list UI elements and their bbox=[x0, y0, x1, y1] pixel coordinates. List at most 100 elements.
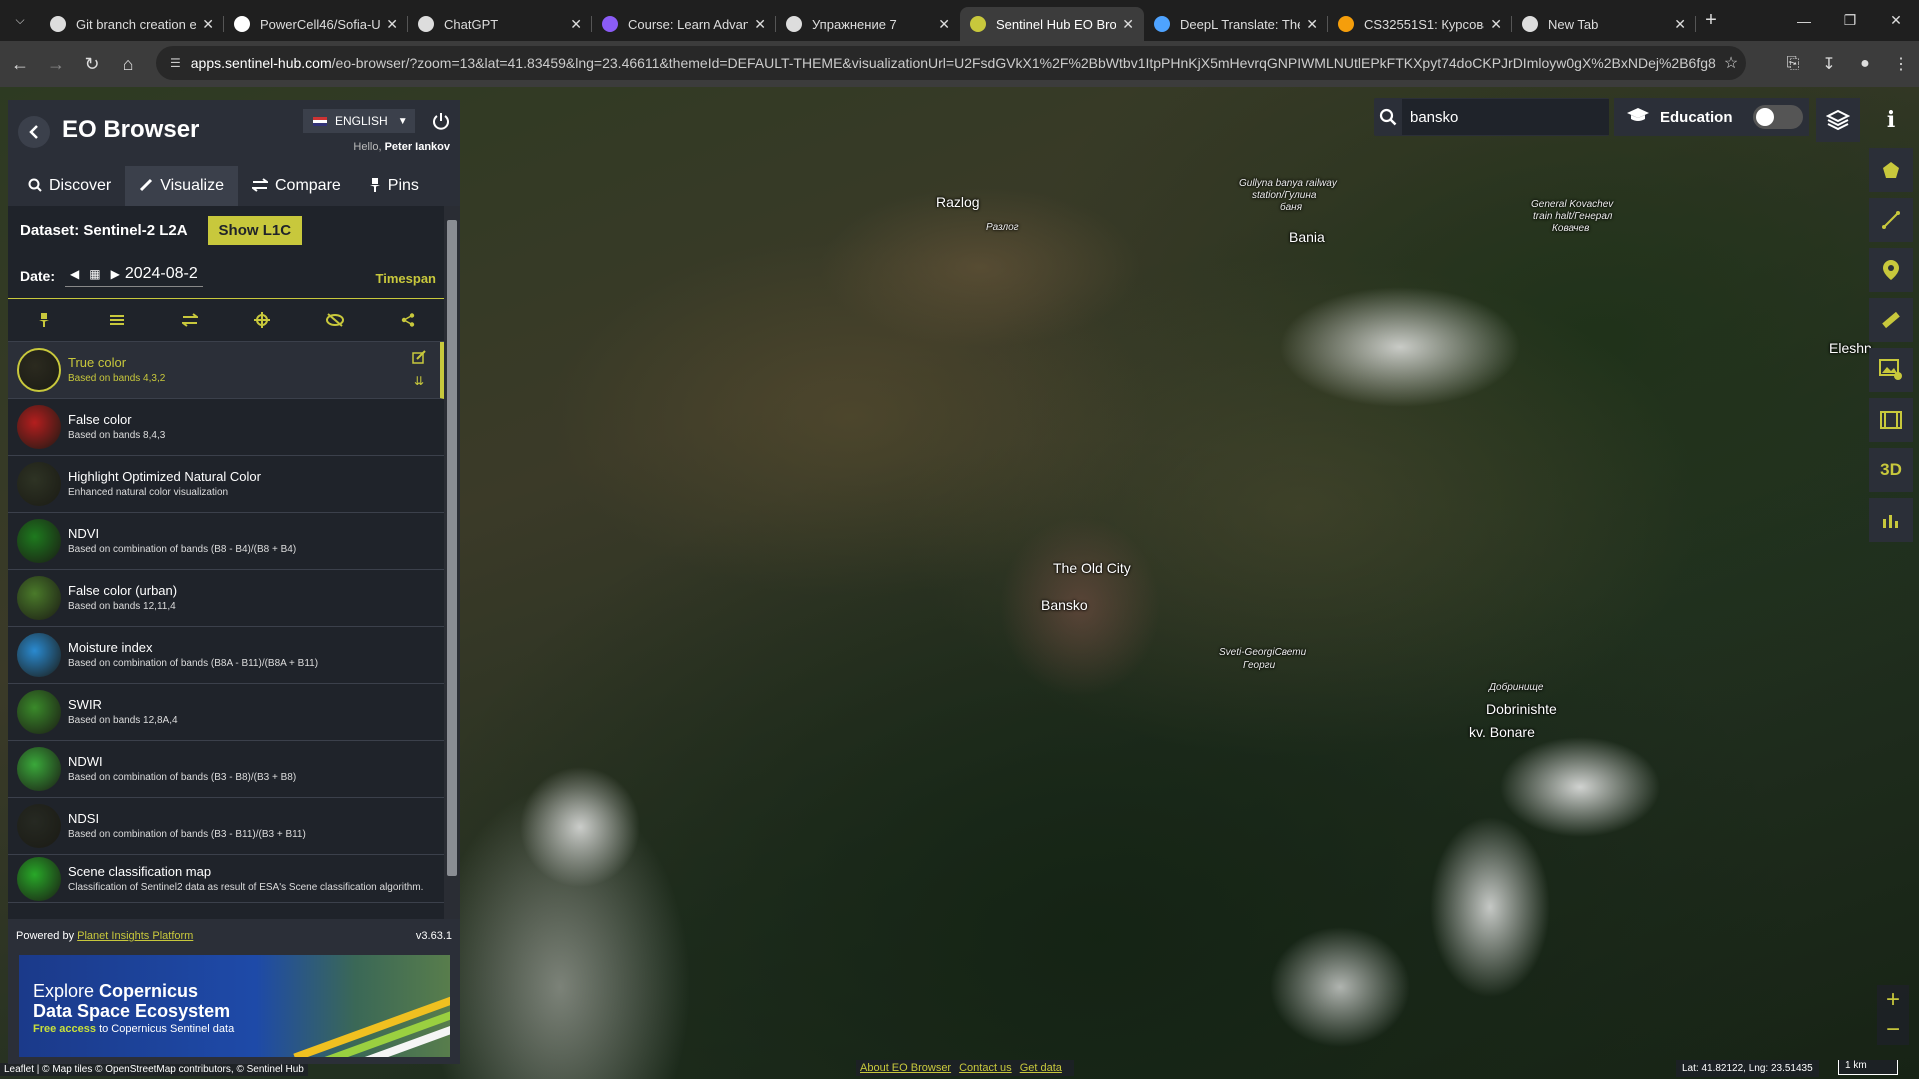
tab-discover[interactable]: Discover bbox=[14, 166, 125, 206]
browser-menu-icon[interactable]: ⋮ bbox=[1883, 54, 1919, 74]
browser-tab[interactable]: New Tab ✕ bbox=[1512, 7, 1696, 41]
layer-item[interactable]: Highlight Optimized Natural Color Enhanc… bbox=[8, 456, 444, 513]
browser-tab[interactable]: CS32551S1: Курсова ✕ bbox=[1328, 7, 1512, 41]
site-info-icon[interactable]: ☰ bbox=[170, 56, 181, 70]
browser-tab[interactable]: Git branch creation e ✕ bbox=[40, 7, 224, 41]
tab-search-chevron-icon[interactable]: ⌵ bbox=[0, 0, 40, 41]
crosshair-icon[interactable] bbox=[247, 312, 277, 328]
tab-title: Sentinel Hub EO Brow bbox=[996, 16, 1117, 32]
image-download-icon[interactable] bbox=[1869, 348, 1913, 392]
layer-thumbnail bbox=[17, 576, 61, 620]
bookmark-star-icon[interactable]: ☆ bbox=[1716, 53, 1746, 73]
edit-icon[interactable] bbox=[412, 350, 426, 369]
share-icon[interactable] bbox=[393, 313, 423, 327]
layer-item[interactable]: NDSI Based on combination of bands (B3 -… bbox=[8, 798, 444, 855]
forward-icon[interactable]: → bbox=[38, 46, 74, 82]
browser-tab[interactable]: Course: Learn Advanc ✕ bbox=[592, 7, 776, 41]
location-pin-icon[interactable] bbox=[1869, 248, 1913, 292]
show-l1c-button[interactable]: Show L1C bbox=[207, 215, 303, 245]
browser-tab[interactable]: Упражнение 7 ✕ bbox=[776, 7, 960, 41]
panel-tabs: Discover Visualize Compare Pins bbox=[8, 166, 460, 206]
tab-compare[interactable]: Compare bbox=[238, 166, 355, 206]
layers-icon[interactable] bbox=[1816, 98, 1860, 142]
timelapse-film-icon[interactable] bbox=[1869, 398, 1913, 442]
user-name: Peter Iankov bbox=[384, 141, 450, 153]
layer-item[interactable]: SWIR Based on bands 12,8A,4 bbox=[8, 684, 444, 741]
reload-icon[interactable]: ↻ bbox=[74, 46, 110, 82]
layer-item[interactable]: NDWI Based on combination of bands (B3 -… bbox=[8, 741, 444, 798]
education-toggle[interactable] bbox=[1752, 105, 1803, 129]
close-tab-icon[interactable]: ✕ bbox=[1306, 16, 1318, 33]
layer-item[interactable]: False color Based on bands 8,4,3 bbox=[8, 399, 444, 456]
home-icon[interactable]: ⌂ bbox=[110, 46, 146, 82]
search-input[interactable] bbox=[1402, 99, 1609, 135]
eye-slash-icon[interactable] bbox=[320, 313, 350, 327]
back-icon[interactable]: ← bbox=[2, 46, 38, 82]
tab-visualize[interactable]: Visualize bbox=[125, 166, 238, 206]
ruler-icon[interactable] bbox=[1869, 298, 1913, 342]
minimize-icon[interactable]: — bbox=[1781, 0, 1827, 41]
layer-item[interactable]: Moisture index Based on combination of b… bbox=[8, 627, 444, 684]
3d-view-button[interactable]: 3D bbox=[1869, 448, 1913, 492]
tab-label: Visualize bbox=[160, 177, 224, 194]
downloads-icon[interactable]: ↧ bbox=[1811, 54, 1847, 74]
chatgpt-icon bbox=[418, 16, 434, 32]
close-tab-icon[interactable]: ✕ bbox=[1122, 16, 1134, 33]
browser-tab[interactable]: ChatGPT ✕ bbox=[408, 7, 592, 41]
browser-tab[interactable]: DeepL Translate: The ✕ bbox=[1144, 7, 1328, 41]
zoom-in-button[interactable]: + bbox=[1877, 985, 1909, 1015]
prev-date-icon[interactable]: ◀ bbox=[70, 267, 79, 281]
layer-name: NDVI bbox=[68, 526, 100, 541]
collapse-panel-button[interactable] bbox=[18, 116, 50, 148]
extensions-icon[interactable]: ⎘ bbox=[1775, 55, 1811, 73]
next-date-icon[interactable]: ▶ bbox=[111, 267, 120, 281]
close-tab-icon[interactable]: ✕ bbox=[202, 16, 214, 33]
copernicus-banner[interactable]: Explore Copernicus Data Space Ecosystem … bbox=[19, 955, 450, 1057]
address-bar[interactable]: ☰ apps.sentinel-hub.com/eo-browser/?zoom… bbox=[156, 46, 1746, 80]
tab-title: CS32551S1: Курсова bbox=[1364, 16, 1485, 32]
profile-avatar[interactable]: ● bbox=[1847, 55, 1883, 73]
deepl-icon bbox=[1154, 16, 1170, 32]
close-window-icon[interactable]: ✕ bbox=[1873, 0, 1919, 41]
browser-tab[interactable]: PowerCell46/Sofia-U ✕ bbox=[224, 7, 408, 41]
compare-icon[interactable] bbox=[175, 313, 205, 327]
visualization-toolbar bbox=[8, 299, 460, 342]
zoom-out-button[interactable]: − bbox=[1877, 1015, 1909, 1045]
layer-item[interactable]: True color Based on bands 4,3,2 ⇊ bbox=[8, 342, 444, 399]
close-tab-icon[interactable]: ✕ bbox=[754, 16, 766, 33]
layer-item[interactable]: NDVI Based on combination of bands (B8 -… bbox=[8, 513, 444, 570]
close-tab-icon[interactable]: ✕ bbox=[386, 16, 398, 33]
pin-icon[interactable] bbox=[29, 312, 59, 328]
polygon-draw-icon[interactable] bbox=[1869, 148, 1913, 192]
footer-link[interactable]: Contact us bbox=[959, 1062, 1012, 1074]
close-tab-icon[interactable]: ✕ bbox=[1490, 16, 1502, 33]
restore-icon[interactable]: ❐ bbox=[1827, 0, 1873, 41]
timespan-link[interactable]: Timespan bbox=[376, 271, 436, 286]
browser-tab[interactable]: Sentinel Hub EO Brow ✕ bbox=[960, 7, 1144, 41]
tab-pins[interactable]: Pins bbox=[355, 166, 433, 206]
line-draw-icon[interactable] bbox=[1869, 198, 1913, 242]
layer-item[interactable]: Scene classification map Classification … bbox=[8, 855, 444, 903]
sliders-icon[interactable] bbox=[102, 313, 132, 327]
scrollbar[interactable] bbox=[444, 206, 460, 919]
layer-item[interactable]: False color (urban) Based on bands 12,11… bbox=[8, 570, 444, 627]
close-tab-icon[interactable]: ✕ bbox=[570, 16, 582, 33]
layer-thumbnail bbox=[17, 519, 61, 563]
scrollbar-thumb[interactable] bbox=[447, 220, 457, 876]
new-tab-button[interactable]: + bbox=[1696, 9, 1726, 32]
layer-thumbnail bbox=[17, 405, 61, 449]
footer-links: About EO Browser Contact us Get data bbox=[856, 1060, 1074, 1076]
chevron-double-down-icon[interactable]: ⇊ bbox=[414, 374, 424, 388]
close-tab-icon[interactable]: ✕ bbox=[1674, 16, 1686, 33]
calendar-icon[interactable]: ▦ bbox=[89, 267, 100, 281]
info-icon[interactable]: i bbox=[1869, 98, 1913, 142]
chart-icon[interactable] bbox=[1869, 498, 1913, 542]
language-select[interactable]: ENGLISH ▼ bbox=[303, 109, 415, 133]
close-tab-icon[interactable]: ✕ bbox=[938, 16, 950, 33]
search-icon[interactable] bbox=[1374, 108, 1402, 126]
power-logout-icon[interactable] bbox=[429, 109, 453, 133]
planet-link[interactable]: Planet Insights Platform bbox=[77, 930, 193, 942]
footer-link[interactable]: About EO Browser bbox=[860, 1062, 951, 1074]
date-input[interactable] bbox=[124, 265, 203, 283]
footer-link[interactable]: Get data bbox=[1020, 1062, 1062, 1074]
